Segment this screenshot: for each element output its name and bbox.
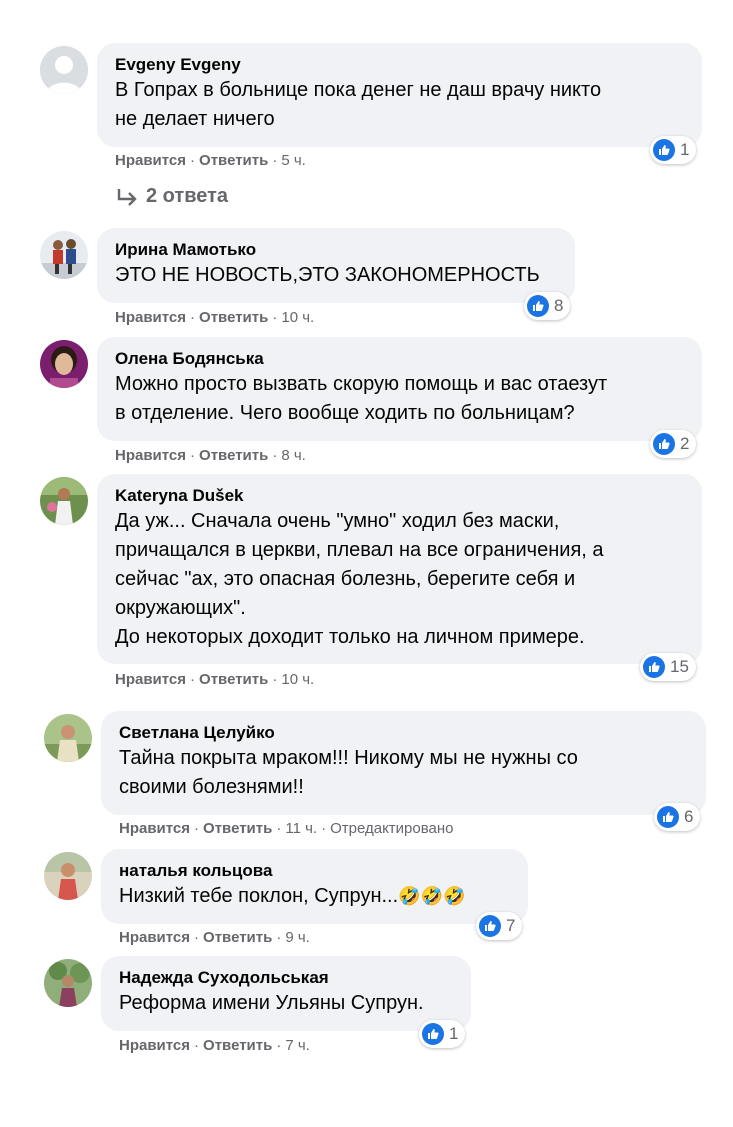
comment-bubble: Светлана Целуйко Тайна покрыта мраком!!!… (101, 711, 706, 815)
avatar[interactable] (40, 477, 88, 525)
timestamp[interactable]: 7 ч. (285, 1037, 310, 1054)
like-link[interactable]: Нравится (119, 820, 190, 837)
comment-author[interactable]: Kateryna Dušek (115, 485, 684, 507)
comment-actions: Нравится · Ответить · 7 ч. (119, 1037, 310, 1054)
avatar-photo-icon (44, 959, 92, 1007)
reactions-count: 6 (684, 807, 694, 826)
reactions-badge[interactable]: 7 (476, 912, 523, 940)
comment-actions: Нравится · Ответить · 11 ч. · Отредактировано (119, 820, 454, 837)
timestamp[interactable]: 9 ч. (285, 929, 310, 946)
avatar[interactable] (44, 852, 92, 900)
comment-author[interactable]: Надежда Суходольськая (119, 967, 453, 989)
comment-text: Реформа имени Ульяны Супрун. (119, 992, 424, 1014)
comment-author[interactable]: Evgeny Evgeny (115, 54, 684, 76)
reply-link[interactable]: Ответить (203, 1037, 272, 1054)
comment-author[interactable]: Олена Бодянська (115, 348, 684, 370)
like-icon (653, 433, 675, 455)
comment-bubble: Ирина Мамотько ЭТО НЕ НОВОСТЬ,ЭТО ЗАКОНО… (97, 228, 575, 303)
reactions-count: 7 (506, 916, 516, 935)
timestamp[interactable]: 5 ч. (281, 152, 306, 169)
avatar-photo-icon (44, 852, 92, 900)
like-link[interactable]: Нравится (115, 309, 186, 326)
like-link[interactable]: Нравится (115, 447, 186, 464)
comment-actions: Нравится · Ответить · 10 ч. (115, 671, 315, 688)
reply-link[interactable]: Ответить (203, 929, 272, 946)
avatar-photo-icon (40, 340, 88, 388)
like-icon (422, 1023, 444, 1045)
avatar[interactable] (40, 340, 88, 388)
comment-text-body: Низкий тебе поклон, Супрун... (119, 885, 399, 907)
like-link[interactable]: Нравится (115, 152, 186, 169)
comment-actions: Нравится · Ответить · 9 ч. (119, 929, 310, 946)
like-link[interactable]: Нравится (119, 929, 190, 946)
reactions-count: 1 (680, 140, 690, 159)
reactions-badge[interactable]: 2 (650, 430, 697, 458)
comment-bubble: наталья кольцова Низкий тебе поклон, Суп… (101, 849, 528, 924)
view-replies-link[interactable]: 2 ответа (116, 185, 228, 208)
reactions-count: 8 (554, 296, 564, 315)
comment-text: Да уж... Сначала очень "умно" ходил без … (115, 510, 604, 648)
comment-actions: Нравится · Ответить · 5 ч. (115, 152, 306, 169)
comment-bubble: Evgeny Evgeny В Гопрах в больнице пока д… (97, 43, 702, 147)
reply-link[interactable]: Ответить (199, 447, 268, 464)
reactions-count: 15 (670, 657, 689, 676)
timestamp[interactable]: 10 ч. (281, 309, 314, 326)
like-link[interactable]: Нравится (119, 1037, 190, 1054)
reactions-count: 1 (449, 1024, 459, 1043)
like-icon (479, 915, 501, 937)
avatar[interactable] (44, 714, 92, 762)
comment-bubble: Kateryna Dušek Да уж... Сначала очень "у… (97, 474, 702, 664)
default-avatar-icon (40, 46, 88, 94)
like-icon (643, 656, 665, 678)
avatar-photo-icon (40, 231, 88, 279)
reactions-badge[interactable]: 1 (419, 1020, 466, 1048)
comment-actions: Нравится · Ответить · 8 ч. (115, 447, 306, 464)
comment-author[interactable]: наталья кольцова (119, 860, 510, 882)
reply-link[interactable]: Ответить (199, 152, 268, 169)
reactions-count: 2 (680, 434, 690, 453)
replies-count: 2 ответа (146, 185, 229, 207)
comment-bubble: Надежда Суходольськая Реформа имени Улья… (101, 956, 471, 1031)
comment-bubble: Олена Бодянська Можно просто вызвать ско… (97, 337, 702, 441)
comment-text: Низкий тебе поклон, Супрун...🤣🤣🤣 (119, 882, 510, 911)
reactions-badge[interactable]: 6 (654, 803, 701, 831)
reply-arrow-icon (117, 188, 137, 206)
reactions-badge[interactable]: 8 (524, 292, 571, 320)
comment-author[interactable]: Ирина Мамотько (115, 239, 557, 261)
like-icon (527, 295, 549, 317)
timestamp[interactable]: 11 ч. (285, 820, 317, 837)
reactions-badge[interactable]: 1 (650, 136, 697, 164)
comment-actions: Нравится · Ответить · 10 ч. (115, 309, 315, 326)
comment-text: Можно просто вызвать скорую помощь и вас… (115, 373, 608, 424)
reactions-badge[interactable]: 15 (640, 653, 696, 681)
timestamp[interactable]: 8 ч. (281, 447, 306, 464)
like-link[interactable]: Нравится (115, 671, 186, 688)
reply-link[interactable]: Ответить (199, 671, 268, 688)
reply-link[interactable]: Ответить (199, 309, 268, 326)
avatar[interactable] (40, 46, 88, 94)
avatar[interactable] (44, 959, 92, 1007)
avatar-photo-icon (40, 477, 88, 525)
comment-text: ЭТО НЕ НОВОСТЬ,ЭТО ЗАКОНОМЕРНОСТЬ (115, 264, 540, 286)
laughing-emoji-icon: 🤣🤣🤣 (398, 886, 466, 906)
avatar-photo-icon (44, 714, 92, 762)
avatar[interactable] (40, 231, 88, 279)
like-icon (657, 806, 679, 828)
timestamp[interactable]: 10 ч. (281, 671, 314, 688)
comment-author[interactable]: Светлана Целуйко (119, 722, 688, 744)
like-icon (653, 139, 675, 161)
comment-text: Тайна покрыта мраком!!! Никому мы не нуж… (119, 747, 578, 798)
comment-text: В Гопрах в больнице пока денег не даш вр… (115, 79, 602, 130)
reply-link[interactable]: Ответить (203, 820, 272, 837)
edited-label[interactable]: Отредактировано (330, 820, 453, 837)
